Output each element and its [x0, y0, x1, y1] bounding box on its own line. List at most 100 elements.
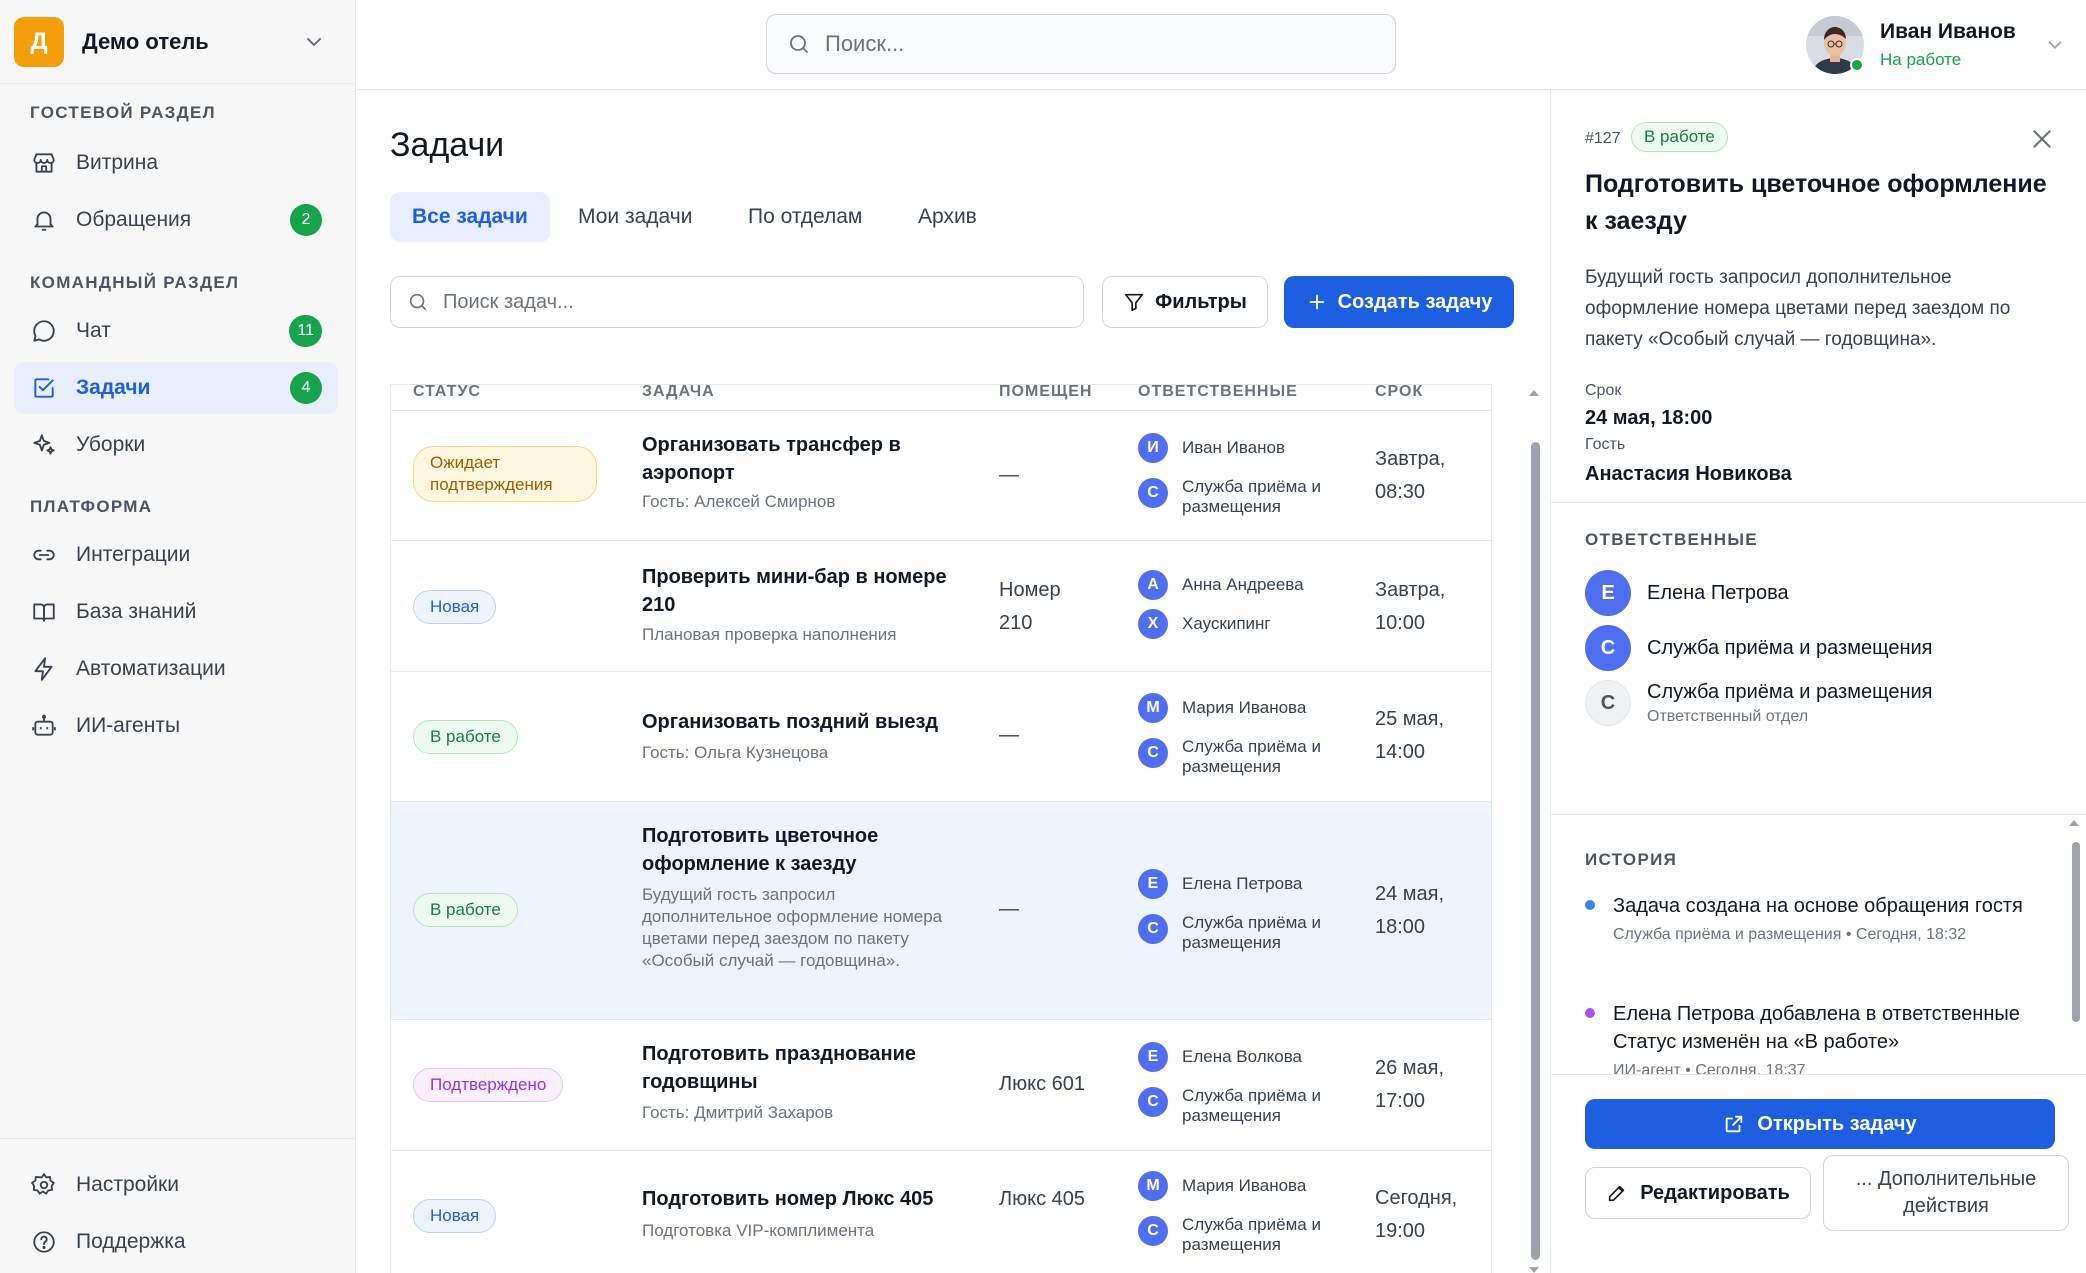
table-row[interactable]: Новая Проверить мини-бар в номере 210 Пл…	[391, 541, 1491, 672]
edit-label: Редактировать	[1640, 1181, 1790, 1204]
sidebar-bottom: Настройки Поддержка	[0, 1138, 356, 1273]
online-status-dot	[1850, 58, 1864, 72]
table-scrollbar-thumb[interactable]	[1531, 442, 1540, 1260]
global-search-input[interactable]	[825, 31, 1365, 57]
task-detail-title: Подготовить цветочное оформление к заезд…	[1585, 170, 2047, 235]
chevron-down-icon	[2048, 41, 2062, 50]
avatar: Е	[1585, 570, 1631, 616]
column-header-status[interactable]: СТАТУС	[413, 385, 481, 401]
close-icon[interactable]	[2029, 126, 2055, 152]
responsible-item[interactable]: С Служба приёма и размещения	[1585, 625, 1933, 671]
user-status: На работе	[1880, 50, 1962, 69]
panel-scrollbar-thumb[interactable]	[2072, 842, 2080, 1022]
more-actions-button[interactable]: ... Дополнительные действия	[1823, 1155, 2069, 1231]
assignee-name: Служба приёма и размещения	[1182, 477, 1321, 516]
column-header-due[interactable]: СРОК	[1375, 385, 1423, 401]
sidebar-item-knowledge-base[interactable]: База знаний	[14, 586, 338, 638]
task-title: Проверить мини-бар в номере 210	[642, 566, 947, 616]
assignee-name: Служба приёма и размещения	[1182, 913, 1321, 952]
sidebar-item-chat[interactable]: Чат 11	[14, 305, 338, 357]
responsible-item[interactable]: С Служба приёма и размещения Ответственн…	[1585, 680, 1933, 726]
task-id: #127	[1585, 130, 1621, 147]
history-meta: ИИ-агент • Сегодня, 18:37	[1613, 1062, 1806, 1074]
assignee: Х Хаускипинг	[1138, 609, 1338, 639]
tab-all-tasks[interactable]: Все задачи	[390, 192, 550, 242]
unread-badge: 4	[290, 372, 322, 404]
assignee-name: Хаускипинг	[1182, 614, 1271, 633]
unread-badge: 11	[289, 315, 322, 347]
avatar	[1806, 16, 1864, 74]
task-title: Подготовить цветочное оформление к заезд…	[642, 825, 879, 875]
avatar: С	[1585, 625, 1631, 671]
task-subtitle: Гость: Ольга Кузнецова	[642, 743, 829, 762]
tab-by-department[interactable]: По отделам	[726, 192, 884, 242]
sidebar-item-storefront[interactable]: Витрина	[14, 137, 338, 189]
avatar: С	[1138, 1087, 1168, 1117]
task-due: Завтра, 08:30	[1375, 448, 1446, 503]
sparkles-icon	[30, 431, 58, 459]
responsible-name: Елена Петрова	[1647, 581, 1789, 604]
table-row[interactable]: Новая Подготовить номер Люкс 405 Подгото…	[391, 1151, 1491, 1273]
user-menu[interactable]: Иван Иванов На работе	[1806, 14, 2066, 76]
edit-button[interactable]: Редактировать	[1585, 1167, 1811, 1219]
sidebar-item-automations[interactable]: Автоматизации	[14, 643, 338, 695]
status-badge: Новая	[413, 1199, 497, 1233]
status-badge: В работе	[1631, 122, 1728, 152]
guest-label: Гость	[1585, 436, 1626, 453]
create-task-button[interactable]: Создать задачу	[1284, 276, 1514, 328]
sidebar-item-support[interactable]: Поддержка	[14, 1216, 338, 1268]
table-row[interactable]: Ожидает подтверждения Организовать транс…	[391, 411, 1491, 541]
table-row[interactable]: В работе Организовать поздний выезд Гост…	[391, 672, 1491, 802]
global-search[interactable]	[766, 14, 1396, 74]
history-item: Задача создана на основе обращения гостя…	[1585, 892, 2055, 944]
table-row-selected[interactable]: В работе Подготовить цветочное оформлени…	[391, 802, 1491, 1020]
plus-icon	[1309, 294, 1324, 310]
responsible-item[interactable]: Е Елена Петрова	[1585, 570, 1789, 616]
assignee-name: Служба приёма и размещения	[1182, 1215, 1321, 1254]
column-header-assignees[interactable]: ОТВЕТСТВЕННЫЕ	[1138, 385, 1298, 401]
assignee: С Служба приёма и размещения	[1138, 1081, 1338, 1126]
task-search[interactable]	[390, 276, 1084, 328]
tab-my-tasks[interactable]: Мои задачи	[556, 192, 714, 242]
sidebar-item-cleaning[interactable]: Уборки	[14, 419, 338, 471]
assignee: А Анна Андреева	[1138, 570, 1338, 600]
sidebar-item-label: Обращения	[76, 208, 192, 231]
task-search-input[interactable]	[443, 290, 1043, 314]
bell-icon	[30, 206, 58, 234]
assignee-name: Елена Петрова	[1182, 874, 1303, 893]
robot-icon	[30, 712, 58, 740]
assignee: М Мария Иванова	[1138, 693, 1338, 723]
assignee-name: Служба приёма и размещения	[1182, 737, 1321, 776]
status-badge: Ожидает подтверждения	[413, 446, 597, 502]
history-text: Елена Петрова добавлена в ответственные …	[1613, 1003, 2020, 1053]
sidebar-item-ai-agents[interactable]: ИИ-агенты	[14, 700, 338, 752]
hotel-switcher[interactable]: Д Демо отель	[0, 0, 356, 84]
sidebar-item-integrations[interactable]: Интеграции	[14, 529, 338, 581]
page-title: Задачи	[390, 126, 505, 164]
topbar: Иван Иванов На работе	[356, 0, 2086, 90]
tab-archive[interactable]: Архив	[896, 192, 999, 242]
sidebar-item-tasks[interactable]: Задачи 4	[14, 362, 338, 414]
create-task-label: Создать задачу	[1337, 290, 1493, 313]
more-actions-label: ... Дополнительные действия	[1855, 1168, 2037, 1217]
avatar: С	[1585, 680, 1631, 726]
open-task-button[interactable]: Открыть задачу	[1585, 1099, 2055, 1149]
table-row[interactable]: Подтверждено Подготовить празднование го…	[391, 1020, 1491, 1151]
sidebar: Д Демо отель ГОСТЕВОЙ РАЗДЕЛ Витрина Обр…	[0, 0, 356, 1273]
sidebar-item-requests[interactable]: Обращения 2	[14, 194, 338, 246]
assignee: С Служба приёма и размещения	[1138, 472, 1338, 517]
avatar: С	[1138, 1216, 1168, 1246]
column-header-task[interactable]: ЗАДАЧА	[642, 385, 715, 401]
task-room: —	[999, 724, 1019, 746]
avatar: Е	[1138, 869, 1168, 899]
filters-button[interactable]: Фильтры	[1102, 276, 1268, 328]
task-due: Завтра, 10:00	[1375, 579, 1446, 634]
assignee-name: Анна Андреева	[1182, 575, 1304, 594]
history-text: Задача создана на основе обращения гостя	[1613, 895, 2023, 917]
sidebar-item-settings[interactable]: Настройки	[14, 1159, 338, 1211]
due-label: Срок	[1585, 382, 1622, 399]
divider	[1551, 502, 2086, 503]
column-header-room[interactable]: ПОМЕЩЕН	[999, 385, 1092, 401]
section-title-guest: ГОСТЕВОЙ РАЗДЕЛ	[30, 103, 216, 122]
task-due: 26 мая, 17:00	[1375, 1057, 1445, 1112]
